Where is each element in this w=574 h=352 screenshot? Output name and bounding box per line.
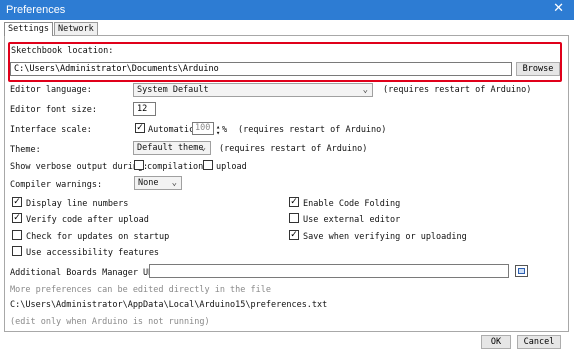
external-editor-checkbox[interactable] [289, 213, 299, 223]
edit-hint: (edit only when Arduino is not running) [10, 317, 210, 327]
compiler-warnings-value: None [138, 178, 159, 188]
code-folding-checkbox[interactable]: ✓ [289, 197, 299, 207]
theme-note: (requires restart of Arduino) [219, 144, 368, 154]
boards-manager-label: Additional Boards Manager URLs: [10, 268, 169, 278]
verbose-compilation-label: compilation [147, 162, 204, 172]
sketchbook-path-input[interactable]: C:\Users\Administrator\Documents\Arduino [10, 62, 512, 76]
editor-font-size-label: Editor font size: [10, 105, 97, 115]
accessibility-checkbox[interactable] [12, 246, 22, 256]
title-bar: Preferences ✕ [0, 0, 574, 20]
interface-scale-input[interactable]: 100 [192, 122, 214, 135]
editor-language-value: System Default [137, 85, 209, 95]
sketchbook-label: Sketchbook location: [11, 46, 114, 56]
display-line-numbers-checkbox[interactable]: ✓ [12, 197, 22, 207]
editor-language-select[interactable]: System Default ⌄ [133, 83, 373, 97]
close-icon[interactable]: ✕ [553, 2, 564, 16]
tab-network[interactable]: Network [53, 22, 98, 36]
interface-scale-label: Interface scale: [10, 125, 92, 135]
tab-settings[interactable]: Settings [4, 22, 53, 36]
verbose-upload-label: upload [216, 162, 247, 172]
automatic-checkbox[interactable]: ✓ [135, 123, 145, 133]
check-updates-checkbox[interactable] [12, 230, 22, 240]
chevron-down-icon: ⌄ [362, 85, 368, 95]
check-updates-label: Check for updates on startup [26, 232, 170, 242]
theme-value: Default theme [137, 143, 204, 153]
compiler-warnings-select[interactable]: None ⌄ [134, 176, 182, 190]
verbose-label: Show verbose output during: [10, 162, 149, 172]
preferences-note: More preferences can be edited directly … [10, 285, 271, 295]
theme-label: Theme: [10, 145, 41, 155]
verbose-upload-checkbox[interactable] [203, 160, 213, 170]
automatic-label: Automatic [148, 125, 195, 135]
editor-language-note: (requires restart of Arduino) [383, 85, 532, 95]
interface-scale-note: (requires restart of Arduino) [238, 125, 387, 135]
code-folding-label: Enable Code Folding [303, 199, 401, 209]
save-when-verifying-checkbox[interactable]: ✓ [289, 230, 299, 240]
cancel-button[interactable]: Cancel [517, 335, 561, 349]
compiler-warnings-label: Compiler warnings: [10, 180, 103, 190]
chevron-down-icon: ⌄ [171, 178, 177, 188]
verify-code-label: Verify code after upload [26, 215, 149, 225]
display-line-numbers-label: Display line numbers [26, 199, 129, 209]
interface-scale-spinner[interactable]: ▴ ▾ [216, 124, 220, 137]
editor-language-label: Editor language: [10, 85, 92, 95]
save-when-verifying-label: Save when verifying or uploading [303, 232, 467, 242]
external-editor-label: Use external editor [303, 215, 401, 225]
verify-code-checkbox[interactable]: ✓ [12, 213, 22, 223]
tab-strip: Settings Network [4, 22, 99, 36]
boards-manager-input[interactable] [149, 264, 509, 278]
window-icon[interactable] [515, 265, 528, 277]
ok-button[interactable]: OK [481, 335, 511, 349]
chevron-down-icon: ⌄ [200, 143, 206, 153]
preferences-path: C:\Users\Administrator\AppData\Local\Ard… [10, 300, 328, 310]
window-title: Preferences [6, 4, 66, 16]
interface-scale-unit: % [222, 125, 228, 135]
verbose-compilation-checkbox[interactable] [134, 160, 144, 170]
editor-font-size-input[interactable]: 12 [133, 102, 156, 116]
accessibility-label: Use accessibility features [26, 248, 160, 258]
theme-select[interactable]: Default theme ⌄ [133, 141, 211, 155]
browse-button[interactable]: Browse [516, 62, 560, 76]
